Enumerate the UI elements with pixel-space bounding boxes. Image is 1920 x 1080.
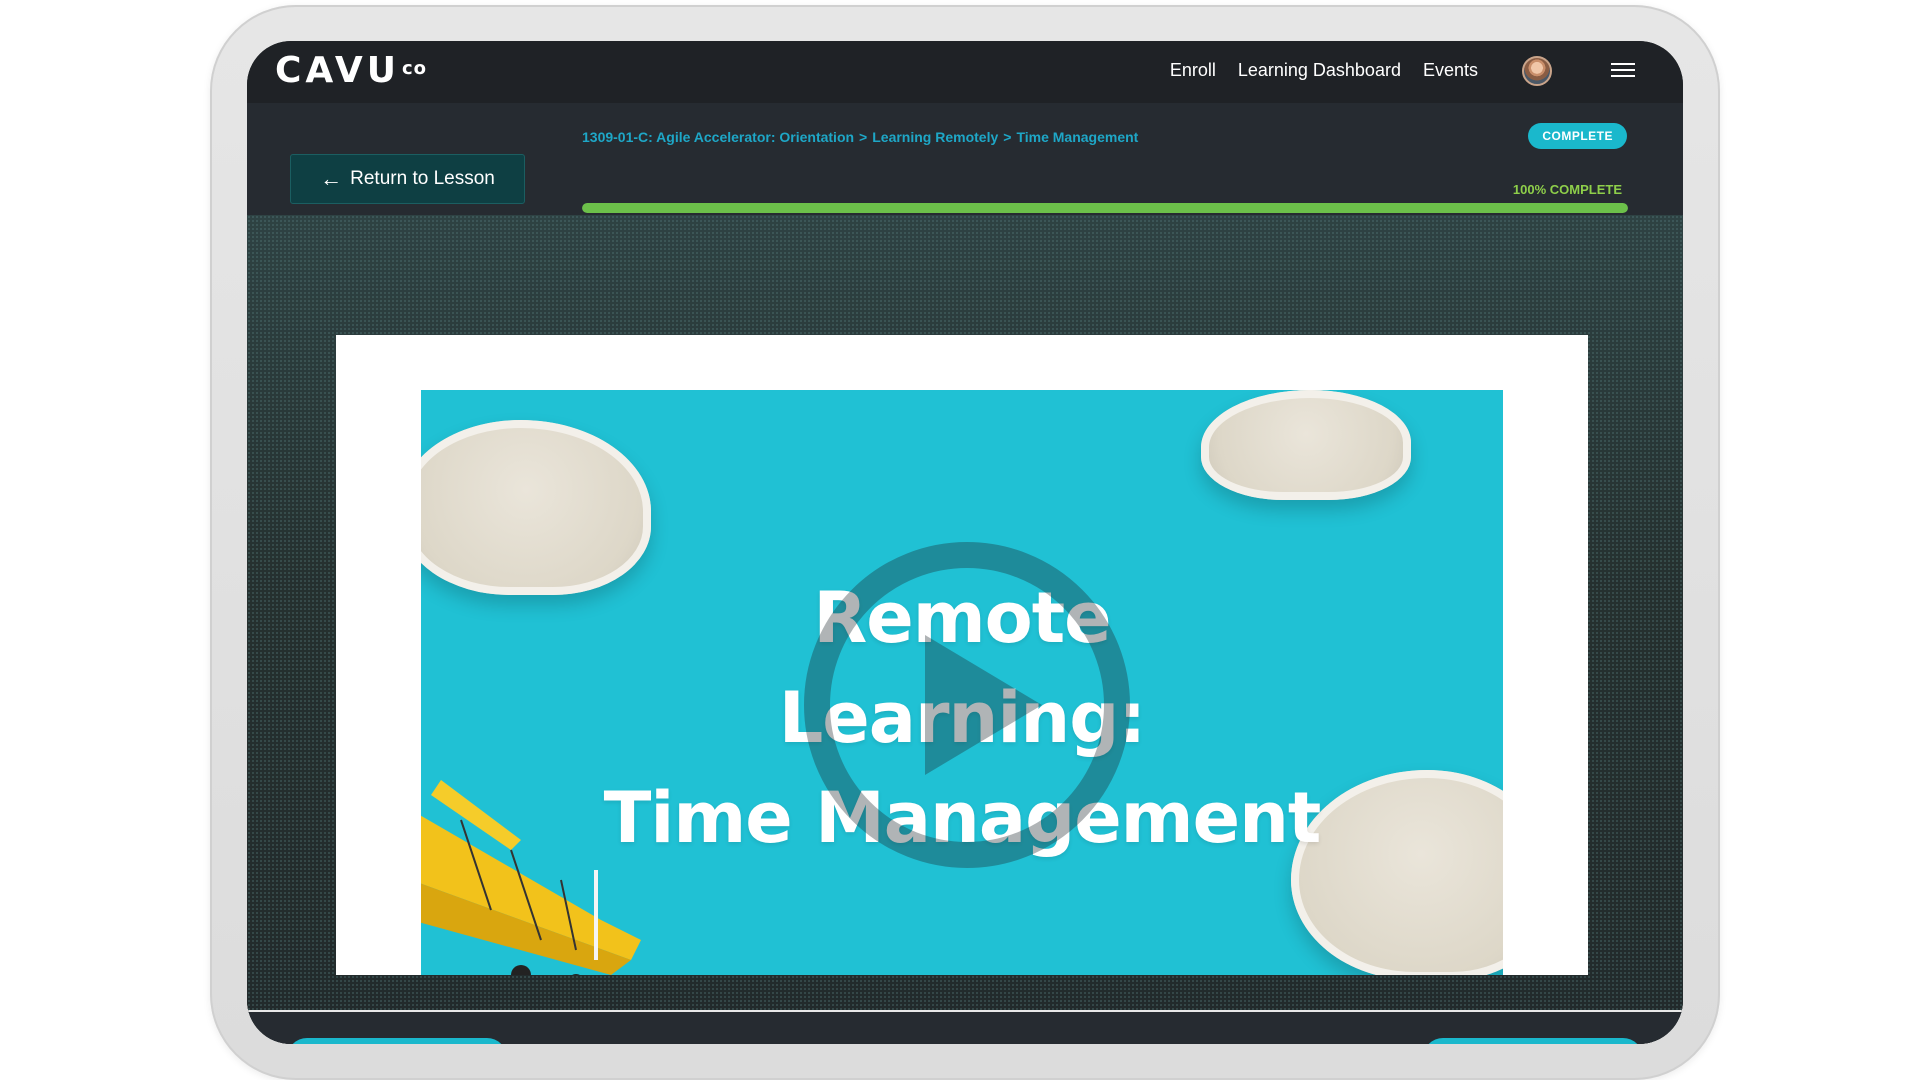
logo-text: CAVU <box>275 50 400 91</box>
lesson-content-area: Remote Learning: Time Management <box>247 215 1683 1044</box>
breadcrumb-separator: > <box>859 129 868 145</box>
bottom-nav-bar <box>247 1010 1683 1044</box>
brand-logo[interactable]: CAVU co <box>275 51 427 91</box>
nav-link-events[interactable]: Events <box>1423 58 1478 82</box>
hamburger-menu-icon[interactable] <box>1611 59 1635 81</box>
cloud-decoration <box>1201 390 1411 500</box>
video-title-line: Learning: <box>778 677 1147 759</box>
breadcrumb-lesson[interactable]: Learning Remotely <box>872 129 998 145</box>
nav-links: Enroll Learning Dashboard Events <box>1170 58 1478 82</box>
video-title-line: Remote <box>813 577 1111 659</box>
return-to-lesson-button[interactable]: ← Return to Lesson <box>290 154 525 204</box>
previous-button[interactable] <box>287 1038 507 1044</box>
progress-percent-label: 100% COMPLETE <box>1512 182 1622 197</box>
tablet-frame: CAVU co Enroll Learning Dashboard Events … <box>210 5 1720 1080</box>
user-avatar[interactable] <box>1522 56 1552 86</box>
status-badge: COMPLETE <box>1528 123 1627 149</box>
logo-superscript: co <box>401 58 427 79</box>
nav-link-enroll[interactable]: Enroll <box>1170 58 1216 82</box>
top-navbar: CAVU co Enroll Learning Dashboard Events <box>247 41 1683 103</box>
nav-link-learning-dashboard[interactable]: Learning Dashboard <box>1238 58 1401 82</box>
next-button[interactable] <box>1423 1038 1643 1044</box>
progress-bar <box>582 203 1628 213</box>
video-player[interactable]: Remote Learning: Time Management <box>421 390 1503 975</box>
lesson-header: ← Return to Lesson 1309-01-C: Agile Acce… <box>247 103 1683 215</box>
breadcrumb-topic[interactable]: Time Management <box>1016 129 1138 145</box>
tablet-screen: CAVU co Enroll Learning Dashboard Events … <box>247 41 1683 1044</box>
progress-bar-fill <box>582 203 1628 213</box>
breadcrumb-separator: > <box>1003 129 1012 145</box>
airplane-icon <box>421 780 641 975</box>
breadcrumb-course[interactable]: 1309-01-C: Agile Accelerator: Orientatio… <box>582 129 854 145</box>
video-card: Remote Learning: Time Management <box>336 335 1588 975</box>
breadcrumb: 1309-01-C: Agile Accelerator: Orientatio… <box>582 129 1138 145</box>
return-to-lesson-label: Return to Lesson <box>350 168 495 189</box>
arrow-left-icon: ← <box>320 166 343 191</box>
